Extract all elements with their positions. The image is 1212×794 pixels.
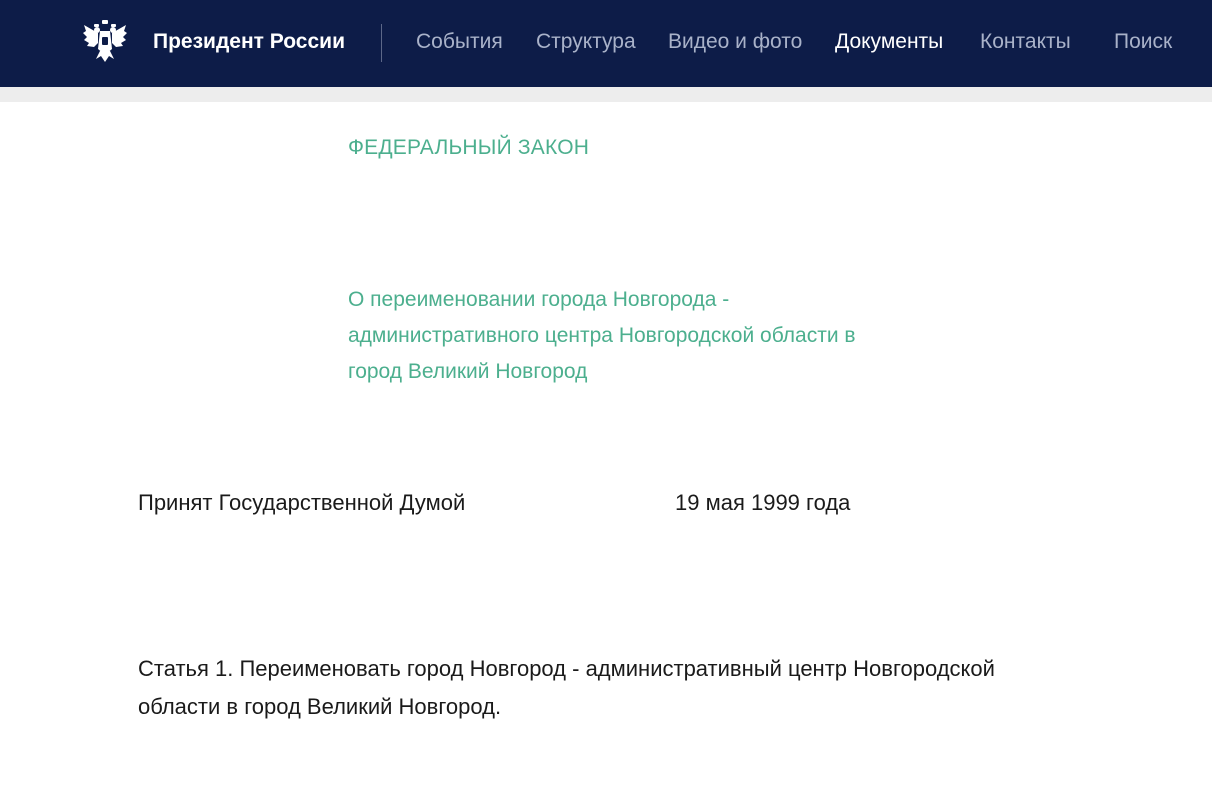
nav-events[interactable]: События	[416, 29, 503, 55]
article-1: Статья 1. Переименовать город Новгород -…	[138, 650, 1138, 726]
nav-video-photo[interactable]: Видео и фото	[668, 29, 802, 55]
adopted-by-label: Принят Государственной Думой	[138, 490, 466, 515]
document-title-line: город Великий Новгород	[348, 360, 588, 383]
top-navigation-bar: Президент России События Структура Видео…	[0, 0, 1212, 87]
article-line: области в город Великий Новгород.	[138, 694, 502, 719]
double-headed-eagle-icon	[83, 20, 127, 62]
nav-documents[interactable]: Документы	[835, 29, 943, 55]
nav-structure[interactable]: Структура	[536, 29, 636, 55]
adopted-date: 19 мая 1999 года	[675, 490, 851, 515]
site-title-link[interactable]: Президент России	[153, 29, 345, 55]
document-type: ФЕДЕРАЛЬНЫЙ ЗАКОН	[348, 136, 590, 159]
nav-contacts[interactable]: Контакты	[980, 29, 1071, 55]
emblem-logo-icon[interactable]	[82, 19, 128, 63]
header-divider	[381, 24, 382, 62]
document-title: О переименовании города Новгорода - адми…	[348, 282, 948, 390]
document-title-line: О переименовании города Новгорода -	[348, 288, 730, 311]
nav-search[interactable]: Поиск	[1114, 29, 1172, 55]
header-subbar	[0, 87, 1212, 102]
article-line: Статья 1. Переименовать город Новгород -…	[138, 656, 995, 681]
document-title-line: административного центра Новгородской об…	[348, 324, 856, 347]
